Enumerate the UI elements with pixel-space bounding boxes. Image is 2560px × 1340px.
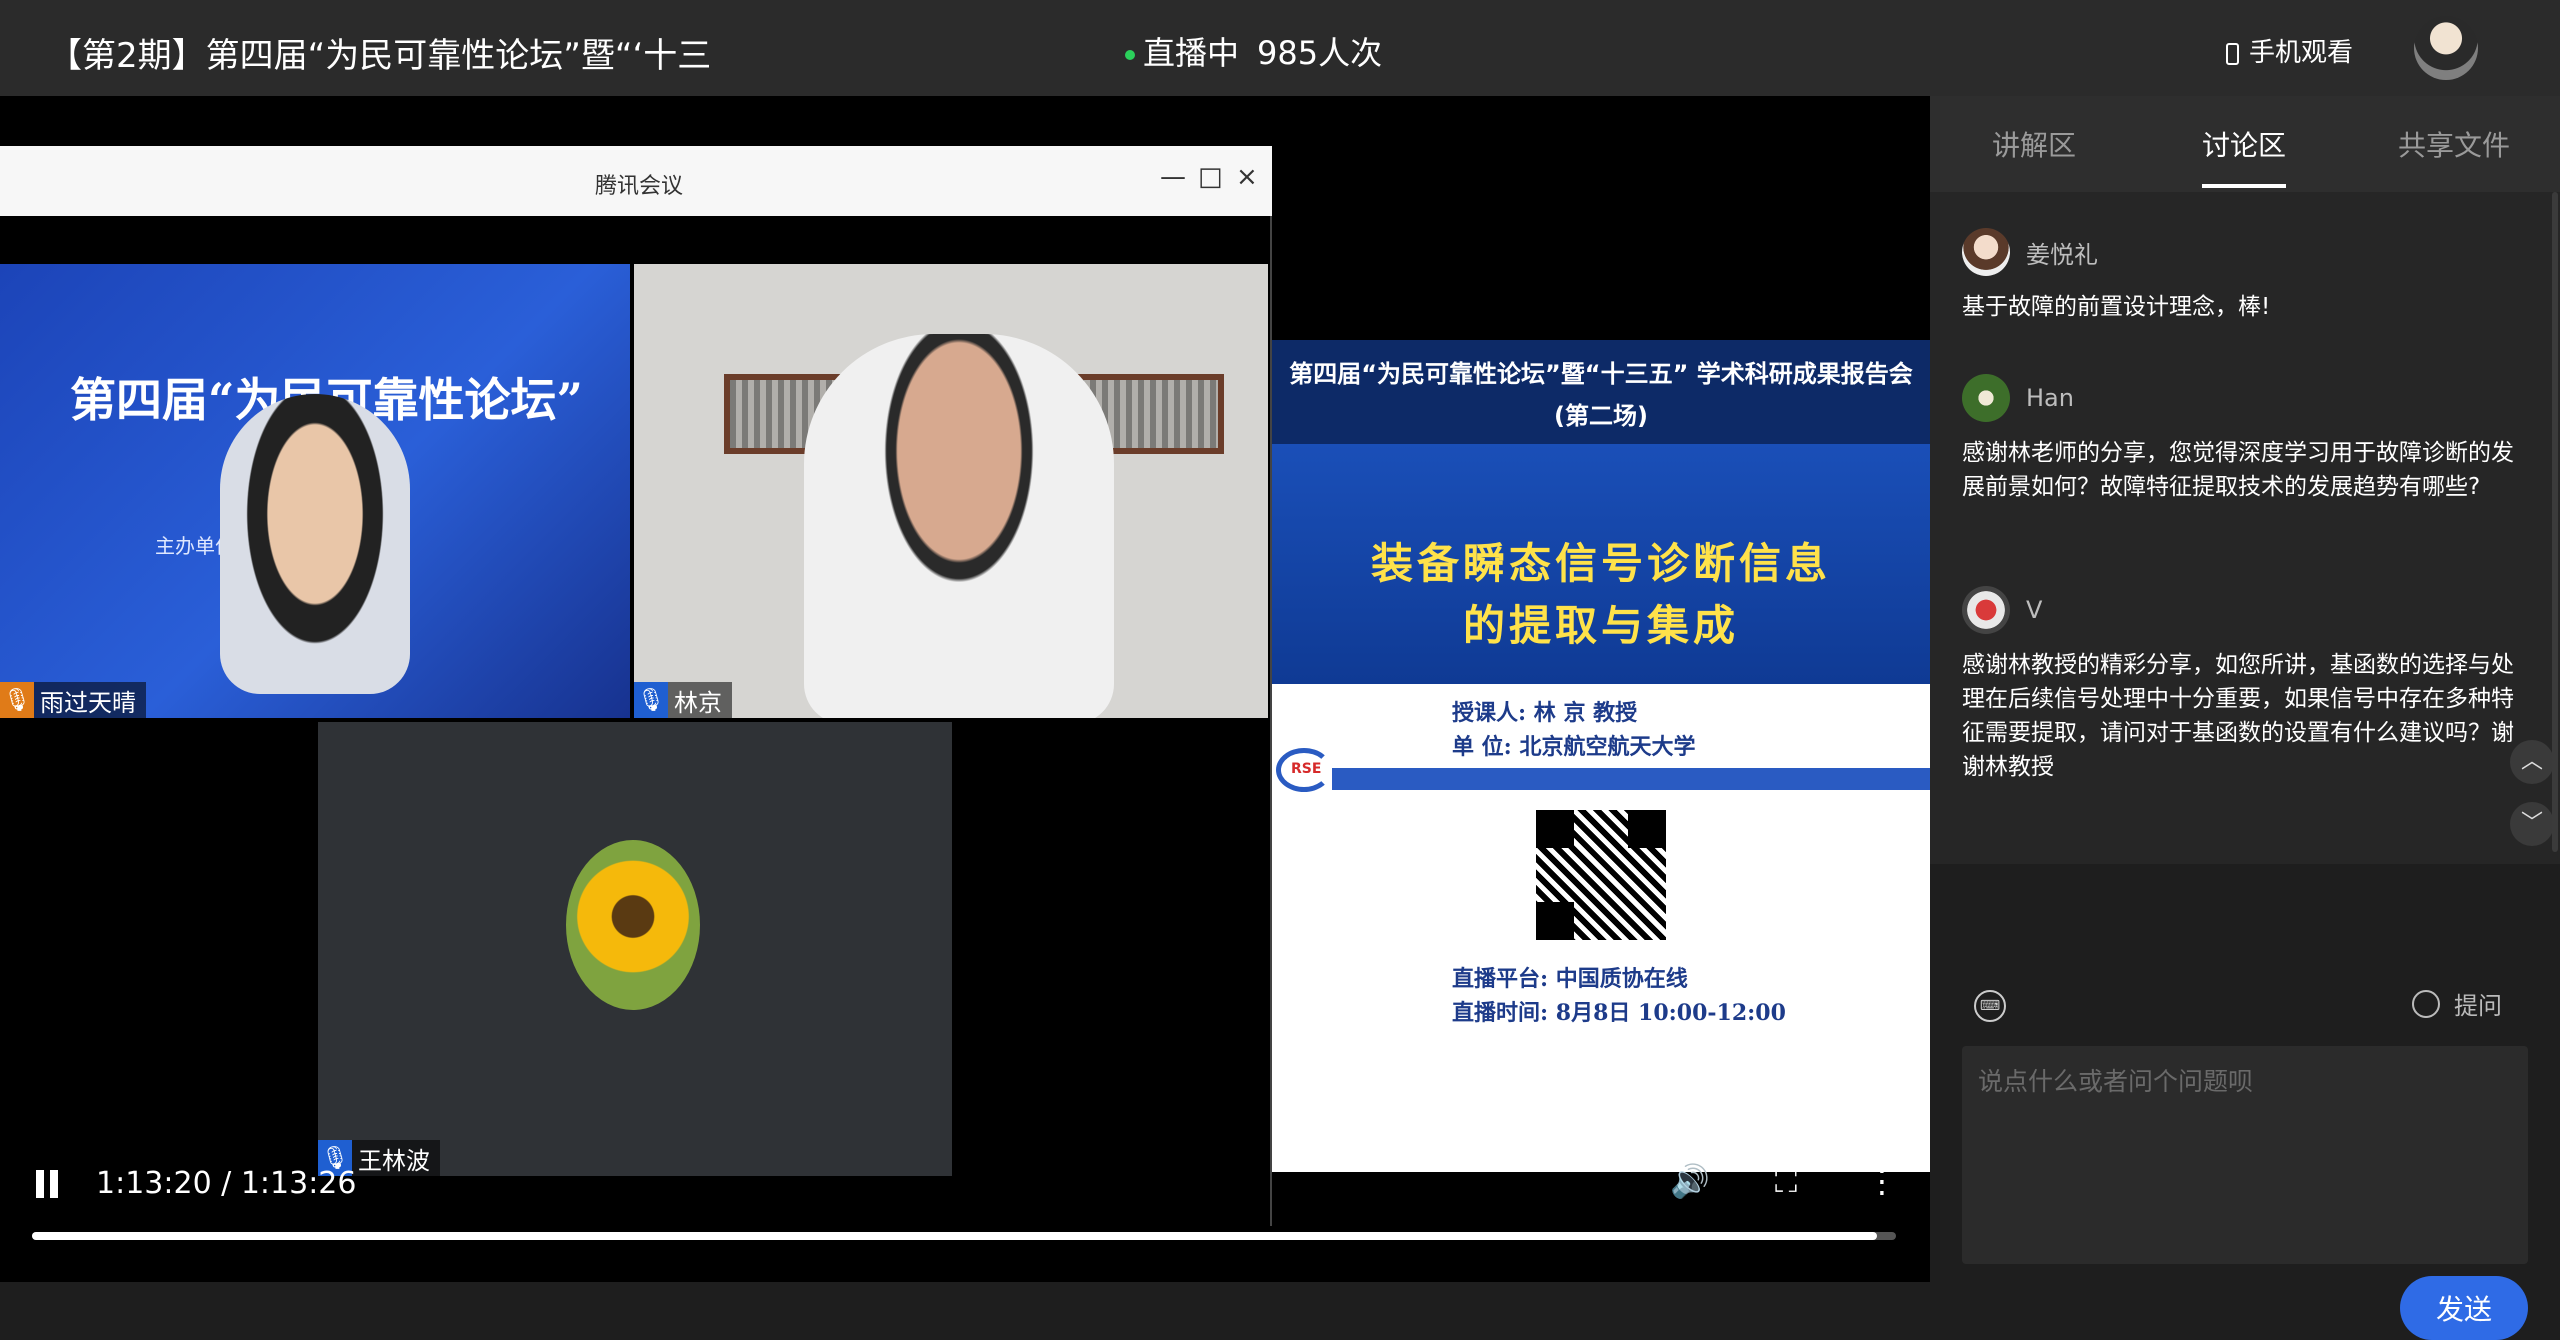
close-icon: × — [1236, 162, 1258, 192]
message-list: 姜悦礼 基于故障的前置设计理念，棒! Han 感谢林老师的分享，您觉得深度学习用… — [1930, 192, 2560, 962]
message-text: 基于故障的前置设计理念，棒! — [1962, 294, 2271, 320]
slide-platform: 直播平台: 中国质协在线 — [1452, 966, 1688, 992]
participant-name: 雨过天晴 — [40, 688, 136, 717]
send-button[interactable]: 发送 — [2400, 1276, 2528, 1340]
tab-discussion[interactable]: 讨论区 — [2202, 124, 2286, 164]
slide-header: 第四届“为民可靠性论坛”暨“十三五” 学术科研成果报告会 (第二场) — [1272, 340, 1930, 444]
slide-stripe — [1272, 768, 1930, 790]
message-header: V — [1962, 584, 2532, 636]
participant-name: 林京 — [674, 688, 722, 717]
participant-namebar: 🎙 雨过天晴 — [0, 682, 146, 718]
message-header: Han — [1962, 372, 2532, 424]
list-item: 姜悦礼 基于故障的前置设计理念，棒! — [1962, 226, 2532, 324]
message-author: V — [2026, 596, 2043, 624]
fullscreen-icon[interactable]: ⛶ — [1766, 1162, 1806, 1201]
list-item: V 感谢林教授的精彩分享，如您所讲，基函数的选择与处理在后续信号处理中十分重要，… — [1962, 584, 2532, 784]
pause-button[interactable] — [36, 1170, 60, 1198]
scroll-down-button[interactable]: ﹀ — [2510, 802, 2554, 846]
chat-input-area: ⌨ 提问 发送 — [1930, 864, 2560, 1340]
viewer-count: 985人次 — [1257, 34, 1383, 72]
pause-icon — [36, 1170, 44, 1198]
progress-fill — [32, 1232, 1878, 1240]
slide-logo: RSE — [1276, 748, 1332, 792]
sidebar-scrollbar[interactable] — [2552, 192, 2558, 852]
user-mic-icon: 🎙 — [0, 682, 34, 718]
sunflower-avatar — [566, 840, 700, 1010]
qr-code — [1536, 810, 1666, 940]
slide-footer: 直播平台: 中国质协在线 直播时间: 8月8日 10:00-12:00 — [1452, 962, 1786, 1030]
message-text: 感谢林老师的分享，您觉得深度学习用于故障诊断的发展前景如何？故障特征提取技术的发… — [1962, 440, 2514, 500]
sidebar: 讲解区 讨论区 共享文件 姜悦礼 基于故障的前置设计理念，棒! Han 感谢林老… — [1930, 96, 2560, 1340]
slide-time: 直播时间: 8月8日 10:00-12:00 — [1452, 1000, 1786, 1026]
meeting-video-grid: 第四届“为民可靠性论坛” 主办单位 工程学院 🎙雨过天晴 🎙林京 🎙王林波 — [0, 216, 1270, 1226]
participant-video — [220, 394, 410, 694]
active-tab-indicator — [2202, 184, 2286, 188]
pause-icon-bar — [50, 1170, 58, 1198]
slide-info: 授课人: 林 京 教授 单 位: 北京航空航天大学 — [1452, 696, 1695, 764]
tab-shared-files[interactable]: 共享文件 — [2398, 124, 2510, 164]
presentation-slide: 第四届“为民可靠性论坛”暨“十三五” 学术科研成果报告会 (第二场) 装备瞬态信… — [1272, 340, 1930, 1172]
mobile-watch-button[interactable]: 手机观看 — [2226, 32, 2353, 69]
message-text: 感谢林教授的精彩分享，如您所讲，基函数的选择与处理在后续信号处理中十分重要，如果… — [1962, 652, 2514, 780]
page-title: 【第2期】第四届“为民可靠性论坛”暨“‘十三 — [48, 36, 712, 76]
keyboard-icon[interactable]: ⌨ — [1974, 990, 2006, 1022]
participant-namebar: 🎙 林京 — [634, 682, 732, 718]
slide-title-line1: 装备瞬态信号诊断信息 — [1370, 539, 1831, 588]
tab-explanation[interactable]: 讲解区 — [1992, 124, 2076, 164]
more-options-icon[interactable]: ⋮ — [1862, 1162, 1902, 1200]
meeting-titlebar: 腾讯会议 — □ × — [0, 146, 1272, 216]
video-player[interactable]: 腾讯会议 — □ × 第四届“为民可靠性论坛” 主办单位 工程学院 🎙雨过天晴 … — [0, 96, 1930, 1282]
message-author: 姜悦礼 — [2026, 240, 2098, 269]
slide-header-line1: 第四届“为民可靠性论坛”暨“十三五” 学术科研成果报告会 — [1289, 360, 1913, 388]
slide-header-line2: (第二场) — [1554, 402, 1648, 430]
playback-time: 1:13:20 / 1:13:26 — [96, 1166, 357, 1201]
participant-tile: 🎙 王林波 — [318, 722, 952, 1176]
user-mic-icon: 🎙 — [634, 682, 668, 718]
message-author: Han — [2026, 384, 2074, 412]
user-avatar[interactable] — [2414, 16, 2478, 80]
live-label: 直播中 — [1143, 34, 1240, 72]
volume-icon[interactable]: 🔊 — [1670, 1162, 1710, 1200]
message-header: 姜悦礼 — [1962, 226, 2532, 278]
progress-bar[interactable] — [32, 1232, 1896, 1240]
live-status: 直播中 985人次 — [1125, 28, 1382, 74]
top-bar: 【第2期】第四届“为民可靠性论坛”暨“‘十三 直播中 985人次 手机观看 — [0, 0, 2560, 96]
avatar — [1962, 586, 2010, 634]
live-dot-icon — [1125, 50, 1135, 60]
phone-icon — [2226, 42, 2239, 65]
meeting-window: 腾讯会议 — □ × 第四届“为民可靠性论坛” 主办单位 工程学院 🎙雨过天晴 … — [0, 146, 1272, 1226]
minimize-icon: — — [1160, 162, 1186, 192]
slide-title-line2: 的提取与集成 — [1462, 601, 1739, 650]
participant-tile: 第四届“为民可靠性论坛” 主办单位 工程学院 🎙雨过天晴 — [0, 264, 630, 718]
list-item: Han 感谢林老师的分享，您觉得深度学习用于故障诊断的发展前景如何？故障特征提取… — [1962, 372, 2532, 504]
maximize-icon: □ — [1198, 162, 1223, 192]
sidebar-tabs: 讲解区 讨论区 共享文件 — [1930, 96, 2560, 192]
avatar — [1962, 228, 2010, 276]
meeting-window-title: 腾讯会议 — [595, 174, 684, 199]
mobile-watch-label: 手机观看 — [2249, 38, 2354, 68]
avatar — [1962, 374, 2010, 422]
ask-radio[interactable] — [2412, 989, 2440, 1018]
participant-tile: 🎙 林京 — [634, 264, 1268, 718]
scroll-up-button[interactable]: ︿ — [2510, 740, 2554, 784]
slide-lecturer: 授课人: 林 京 教授 — [1452, 700, 1638, 726]
ask-label: 提问 — [2454, 992, 2502, 1020]
participant-video — [804, 334, 1114, 718]
ask-question-toggle[interactable]: 提问 — [2412, 986, 2502, 1021]
chat-input[interactable] — [1962, 1046, 2528, 1264]
participant-name: 王林波 — [358, 1146, 430, 1175]
slide-unit: 单 位: 北京航空航天大学 — [1452, 734, 1696, 760]
